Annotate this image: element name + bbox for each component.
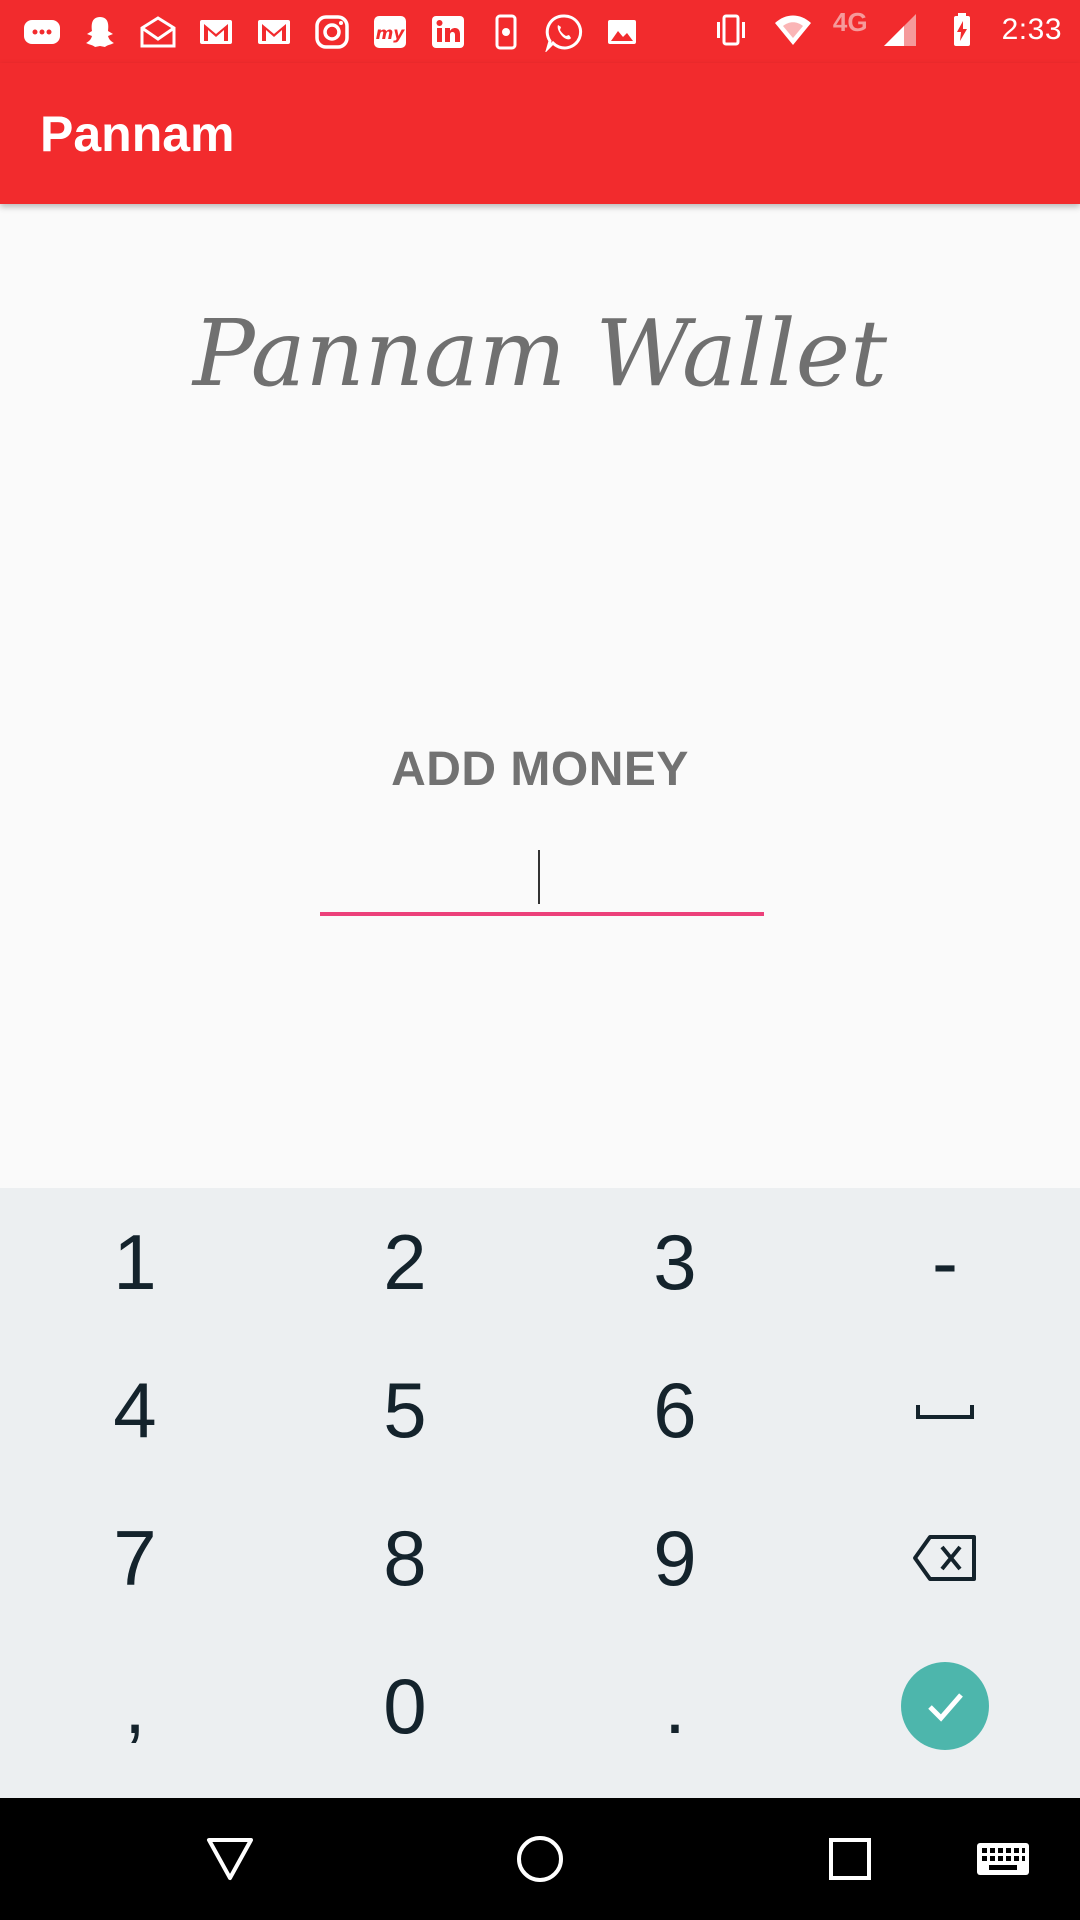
wallet-title: Pannam Wallet xyxy=(192,300,888,407)
done-button[interactable] xyxy=(810,1632,1080,1780)
home-button[interactable] xyxy=(480,1798,600,1920)
mail-open-icon xyxy=(136,12,180,52)
instagram-icon xyxy=(310,12,354,52)
home-icon xyxy=(517,1836,563,1882)
key-9[interactable]: 9 xyxy=(540,1484,810,1632)
navigation-bar xyxy=(0,1798,1080,1920)
back-button[interactable] xyxy=(170,1798,290,1920)
gmail-icon xyxy=(252,12,296,52)
gmail-icon xyxy=(194,12,238,52)
key-minus[interactable]: - xyxy=(810,1188,1080,1336)
amount-input[interactable] xyxy=(320,838,764,916)
recents-button[interactable] xyxy=(790,1798,910,1920)
mytoken-icon: my xyxy=(368,12,412,52)
snapchat-icon xyxy=(78,12,122,52)
image-icon xyxy=(600,12,644,52)
key-5[interactable]: 5 xyxy=(270,1336,540,1484)
recents-icon xyxy=(829,1838,871,1880)
status-time: 2:33 xyxy=(1001,13,1062,46)
add-money-label: ADD MONEY xyxy=(391,743,689,796)
key-1[interactable]: 1 xyxy=(0,1188,270,1336)
key-period[interactable]: . xyxy=(540,1632,810,1780)
vibrate-icon xyxy=(709,10,753,50)
keyboard-icon xyxy=(977,1843,1029,1875)
signal-icon xyxy=(878,10,922,50)
done-circle xyxy=(901,1662,989,1750)
key-2[interactable]: 2 xyxy=(270,1188,540,1336)
app-bar: Pannam xyxy=(0,63,1080,204)
key-8[interactable]: 8 xyxy=(270,1484,540,1632)
key-space[interactable] xyxy=(810,1336,1080,1484)
linkedin-icon xyxy=(426,12,470,52)
key-0[interactable]: 0 xyxy=(270,1632,540,1780)
svg-text:my: my xyxy=(376,24,406,44)
key-3[interactable]: 3 xyxy=(540,1188,810,1336)
key-6[interactable]: 6 xyxy=(540,1336,810,1484)
key-backspace[interactable] xyxy=(810,1484,1080,1632)
battery-charging-icon xyxy=(940,10,984,50)
app-title: Pannam xyxy=(40,106,235,162)
whatsapp-icon xyxy=(542,12,586,52)
phone-app-icon xyxy=(484,12,528,52)
numeric-keypad: 1 2 3 - 4 5 6 7 8 9 , 0 . xyxy=(0,1188,1080,1798)
backspace-icon xyxy=(913,1535,976,1581)
space-icon xyxy=(916,1405,974,1419)
key-7[interactable]: 7 xyxy=(0,1484,270,1632)
key-comma[interactable]: , xyxy=(0,1632,270,1780)
key-4[interactable]: 4 xyxy=(0,1336,270,1484)
network-type: 4G xyxy=(832,6,868,37)
messages-icon xyxy=(20,12,64,52)
text-cursor xyxy=(538,850,540,904)
back-icon xyxy=(207,1838,253,1880)
status-bar: my 4G 2:33 xyxy=(0,0,1080,63)
check-icon xyxy=(928,1693,963,1722)
keyboard-switch-button[interactable] xyxy=(943,1798,1063,1920)
wifi-icon xyxy=(771,10,815,50)
